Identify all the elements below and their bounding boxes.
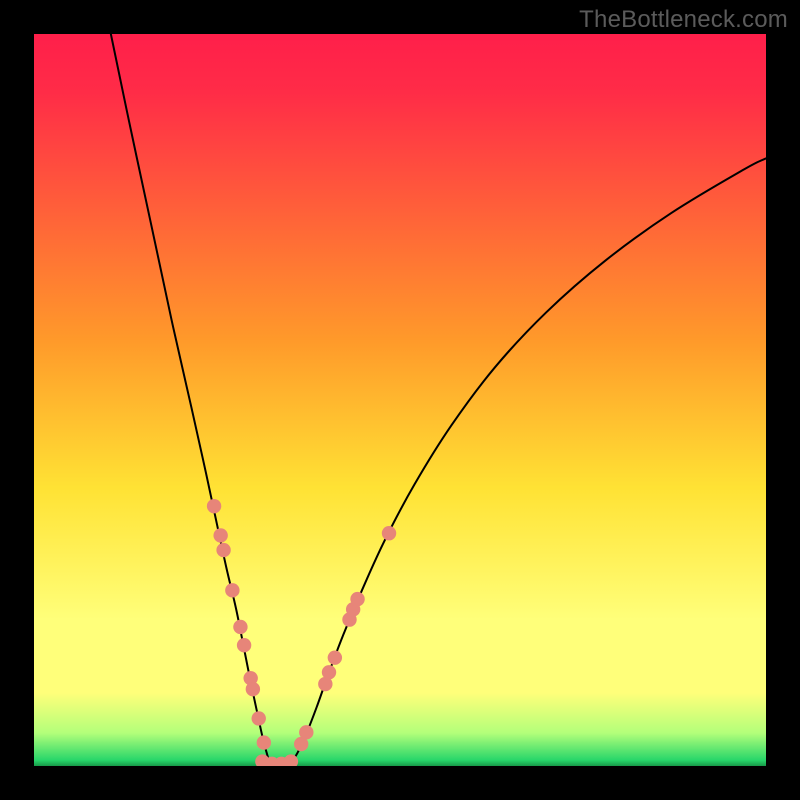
data-dot: [237, 638, 251, 652]
curve-left-branch: [111, 34, 270, 764]
data-dot: [213, 528, 227, 542]
data-dot: [257, 735, 271, 749]
data-dot: [328, 650, 342, 664]
data-dot: [322, 665, 336, 679]
data-dot: [246, 682, 260, 696]
data-dot: [299, 725, 313, 739]
data-dot: [225, 583, 239, 597]
dots-group: [207, 499, 396, 766]
plot-area: [34, 34, 766, 766]
data-dot: [252, 711, 266, 725]
chart-frame: TheBottleneck.com: [0, 0, 800, 800]
data-dot: [382, 526, 396, 540]
data-dot: [233, 620, 247, 634]
data-dot: [216, 543, 230, 557]
data-dot: [207, 499, 221, 513]
chart-svg: [34, 34, 766, 766]
watermark-text: TheBottleneck.com: [579, 6, 788, 34]
curve-right-branch: [290, 158, 766, 763]
data-dot: [350, 592, 364, 606]
